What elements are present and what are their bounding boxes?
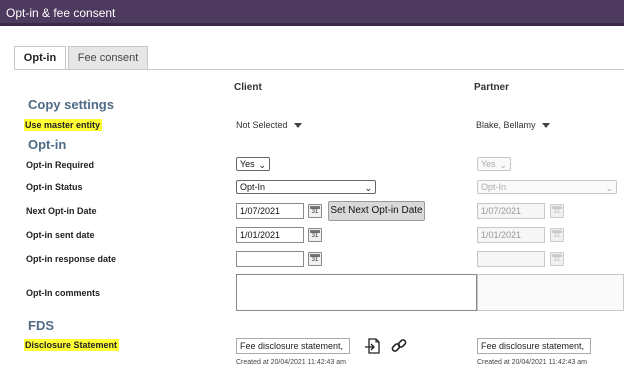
disclosure-statement-label: Disclosure Statement xyxy=(24,339,120,351)
chevron-down-icon xyxy=(541,123,550,129)
client-opt-in-status-select[interactable]: Opt-In ⌄ xyxy=(236,180,376,194)
calendar-icon: 31 xyxy=(550,228,564,242)
calendar-icon: 31 xyxy=(550,252,564,266)
partner-opt-in-required-select: Yes ⌄ xyxy=(477,157,511,171)
client-opt-in-comments-textarea[interactable] xyxy=(236,274,477,311)
client-opt-in-response-date-input[interactable] xyxy=(236,251,304,267)
window-titlebar: Opt-in & fee consent xyxy=(0,0,624,26)
chevron-down-icon xyxy=(293,123,302,129)
calendar-icon[interactable]: 31 xyxy=(308,228,322,242)
opt-in-required-label: Opt-in Required xyxy=(26,160,94,170)
chevron-down-icon: ⌄ xyxy=(258,160,266,170)
partner-created-timestamp: Created at 20/04/2021 11:42:43 am xyxy=(477,359,588,366)
tab-fee-consent[interactable]: Fee consent xyxy=(68,46,148,70)
partner-next-opt-in-date-input: 1/07/2021 xyxy=(477,203,545,219)
open-document-icon[interactable] xyxy=(364,337,382,355)
tab-opt-in[interactable]: Opt-in xyxy=(14,46,66,70)
calendar-icon: 31 xyxy=(550,204,564,218)
opt-in-sent-date-label: Opt-in sent date xyxy=(26,230,95,240)
partner-opt-in-sent-date-input: 1/01/2021 xyxy=(477,227,545,243)
client-master-entity-dropdown[interactable]: Not Selected xyxy=(236,120,302,130)
client-opt-in-required-select[interactable]: Yes ⌄ xyxy=(236,157,270,171)
tab-divider xyxy=(14,69,624,70)
set-next-opt-in-date-button[interactable]: Set Next Opt-in Date xyxy=(328,201,425,221)
calendar-icon[interactable]: 31 xyxy=(308,252,322,266)
partner-fee-disclosure-field[interactable]: Fee disclosure statement, xyxy=(477,338,591,354)
fds-heading: FDS xyxy=(28,318,54,333)
partner-opt-in-response-date-input xyxy=(477,251,545,267)
opt-in-heading: Opt-in xyxy=(28,137,67,152)
chevron-down-icon: ⌄ xyxy=(605,183,613,193)
link-icon[interactable] xyxy=(390,337,408,355)
calendar-icon[interactable]: 31 xyxy=(308,204,322,218)
client-fee-disclosure-field[interactable]: Fee disclosure statement, xyxy=(236,338,350,354)
partner-opt-in-status-select: Opt-In ⌄ xyxy=(477,180,617,194)
opt-in-response-date-label: Opt-in response date xyxy=(26,254,117,264)
client-next-opt-in-date-input[interactable]: 1/07/2021 xyxy=(236,203,304,219)
partner-column-header: Partner xyxy=(474,82,510,93)
copy-settings-heading: Copy settings xyxy=(28,97,114,112)
client-column-header: Client xyxy=(234,82,262,93)
client-created-timestamp: Created at 20/04/2021 11:42:43 am xyxy=(236,359,347,366)
use-master-entity-label: Use master entity xyxy=(24,119,103,131)
client-opt-in-sent-date-input[interactable]: 1/01/2021 xyxy=(236,227,304,243)
window-title: Opt-in & fee consent xyxy=(6,6,116,20)
chevron-down-icon: ⌄ xyxy=(364,183,372,193)
partner-master-entity-dropdown[interactable]: Blake, Bellamy xyxy=(476,120,550,130)
opt-in-comments-label: Opt-In comments xyxy=(26,288,101,298)
partner-opt-in-comments-textarea xyxy=(477,274,624,311)
next-opt-in-date-label: Next Opt-in Date xyxy=(26,206,97,216)
opt-in-status-label: Opt-in Status xyxy=(26,182,83,192)
chevron-down-icon: ⌄ xyxy=(499,160,507,170)
